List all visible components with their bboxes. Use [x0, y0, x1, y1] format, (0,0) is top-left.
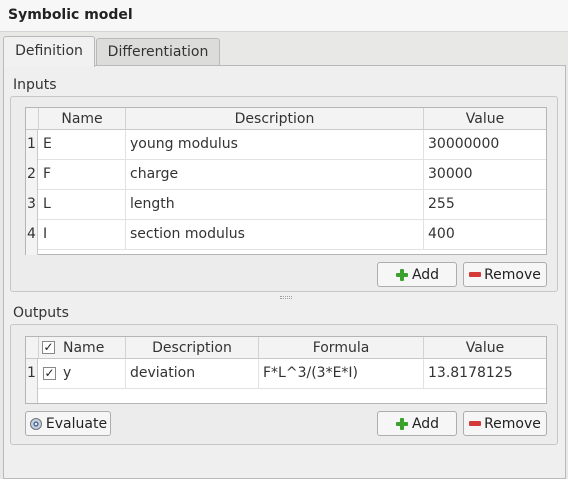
table-row[interactable]: 1 E young modulus 30000000	[26, 130, 546, 160]
row-number: 4	[26, 220, 38, 250]
input-value-cell[interactable]: 400	[424, 220, 546, 250]
row-number-filler	[26, 389, 38, 403]
column-header-name[interactable]: ✓ Name	[39, 337, 126, 359]
minus-icon	[469, 421, 482, 426]
table-row[interactable]: 1 ✓ y deviation F*L^3/(3*E*I) 13.8178125	[26, 359, 546, 389]
column-header-name-label: Name	[63, 340, 105, 356]
plus-icon	[395, 268, 409, 282]
column-header-formula[interactable]: Formula	[259, 337, 424, 359]
output-checkbox[interactable]: ✓	[43, 367, 56, 380]
outputs-add-label: Add	[411, 415, 440, 432]
table-row[interactable]: 2 F charge 30000	[26, 160, 546, 190]
inputs-remove-button[interactable]: Remove	[463, 262, 547, 287]
input-description-cell[interactable]: length	[126, 190, 424, 220]
output-name-text: y	[63, 365, 72, 381]
column-header-name[interactable]: Name	[39, 108, 126, 130]
row-number: 3	[26, 190, 38, 220]
column-header-value[interactable]: Value	[424, 108, 546, 130]
column-header-description[interactable]: Description	[126, 337, 259, 359]
table-row[interactable]: 3 L length 255	[26, 190, 546, 220]
evaluate-button[interactable]: Evaluate	[25, 411, 111, 436]
select-all-checkbox[interactable]: ✓	[42, 341, 55, 354]
outputs-remove-button[interactable]: Remove	[463, 411, 547, 436]
window-title: Symbolic model	[8, 7, 133, 23]
input-value-cell[interactable]: 30000000	[424, 130, 546, 160]
inputs-add-button[interactable]: Add	[377, 262, 457, 287]
output-value-cell[interactable]: 13.8178125	[424, 359, 546, 389]
input-description-cell[interactable]: section modulus	[126, 220, 424, 250]
table-row[interactable]: 4 I section modulus 400	[26, 220, 546, 250]
input-value-cell[interactable]: 255	[424, 190, 546, 220]
evaluate-label: Evaluate	[45, 415, 108, 432]
inputs-add-label: Add	[411, 266, 440, 283]
outputs-add-button[interactable]: Add	[377, 411, 457, 436]
input-value-cell[interactable]: 30000	[424, 160, 546, 190]
input-name-cell[interactable]: I	[39, 220, 126, 250]
splitter-handle[interactable]	[280, 296, 292, 299]
tab-differentiation[interactable]: Differentiation	[96, 38, 220, 66]
gear-icon	[29, 417, 42, 430]
inputs-remove-label: Remove	[484, 266, 541, 283]
outputs-remove-label: Remove	[484, 415, 541, 432]
input-description-cell[interactable]: young modulus	[126, 130, 424, 160]
tab-definition[interactable]: Definition	[3, 36, 95, 67]
row-number: 1	[26, 359, 38, 389]
inputs-table[interactable]: Name Description Value 1 E young modulus…	[25, 107, 547, 255]
outputs-group-title: Outputs	[13, 305, 69, 321]
outputs-table-header: ✓ Name Description Formula Value	[26, 337, 546, 359]
output-description-cell[interactable]: deviation	[126, 359, 259, 389]
inputs-group-title: Inputs	[13, 77, 57, 93]
row-number-header	[26, 108, 39, 130]
minus-icon	[469, 272, 482, 277]
row-number: 1	[26, 130, 38, 160]
row-number-header	[26, 337, 39, 359]
output-name-cell[interactable]: ✓ y	[39, 359, 126, 389]
column-header-description[interactable]: Description	[126, 108, 424, 130]
row-number: 2	[26, 160, 38, 190]
input-name-cell[interactable]: F	[39, 160, 126, 190]
row-number-filler	[26, 250, 38, 255]
inputs-table-header: Name Description Value	[26, 108, 546, 130]
input-name-cell[interactable]: E	[39, 130, 126, 160]
plus-icon	[395, 417, 409, 431]
outputs-table[interactable]: ✓ Name Description Formula Value 1 ✓ y d…	[25, 336, 547, 404]
input-name-cell[interactable]: L	[39, 190, 126, 220]
window-titlebar: Symbolic model	[0, 0, 568, 32]
column-header-value[interactable]: Value	[424, 337, 546, 359]
input-description-cell[interactable]: charge	[126, 160, 424, 190]
output-formula-cell[interactable]: F*L^3/(3*E*I)	[259, 359, 424, 389]
